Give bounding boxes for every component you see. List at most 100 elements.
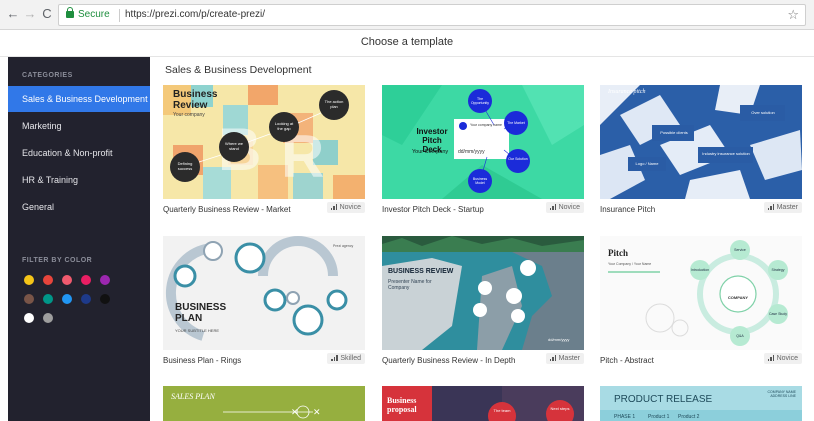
template-name[interactable]: Insurance Pitch (600, 204, 750, 215)
color-swatch[interactable] (62, 294, 72, 304)
sidebar-item-general[interactable]: General (8, 194, 150, 220)
template-thumbnail[interactable]: BUSINESS REVIEW Presenter Name for Compa… (382, 236, 584, 350)
color-swatch[interactable] (24, 294, 34, 304)
sidebar-item-education[interactable]: Education & Non-profit (8, 140, 150, 166)
template-name[interactable]: Quarterly Business Review - In Depth (382, 355, 532, 366)
template-thumbnail[interactable]: Insurance pitch Possible clients Over so… (600, 85, 802, 199)
color-swatch[interactable] (43, 294, 53, 304)
level-badge: Novice (545, 202, 584, 213)
filter-color-heading: FILTER BY COLOR (22, 257, 93, 264)
template-thumbnail[interactable]: ✕ ✕ SALES PLAN (163, 386, 365, 421)
thumb-subtitle: Your Company / Your Name (608, 262, 652, 266)
thumb-title: BUSINESS REVIEW (388, 268, 454, 275)
template-card-qbr-in-depth[interactable]: BUSINESS REVIEW Presenter Name for Compa… (382, 236, 584, 381)
address-bar[interactable]: Secure https://prezi.com/p/create-prezi/… (58, 4, 806, 26)
thumb-title: Business proposal (387, 396, 417, 414)
level-badge: Skilled (327, 353, 365, 364)
back-icon[interactable]: ← (6, 7, 20, 21)
thumb-title: Insurance pitch (608, 89, 646, 95)
thumb-node-label: Case Study (768, 312, 788, 316)
template-card-sales-plan[interactable]: ✕ ✕ SALES PLAN (163, 386, 365, 421)
color-swatch[interactable] (81, 275, 91, 285)
template-name[interactable]: Investor Pitch Deck - Startup (382, 204, 532, 215)
svg-text:✕: ✕ (291, 407, 299, 417)
template-thumbnail[interactable]: BUSINESS PLAN YOUR SUBTITLE HERE Prezi a… (163, 236, 365, 350)
level-badge: Master (545, 353, 584, 364)
section-title: Sales & Business Development (165, 64, 312, 76)
reload-icon[interactable]: C (40, 7, 54, 21)
color-swatch[interactable] (43, 275, 53, 285)
thumb-bubble-label: Our Solution (508, 157, 528, 161)
url-text[interactable]: https://prezi.com/p/create-prezi/ (125, 9, 265, 20)
categories-heading: CATEGORIES (22, 72, 73, 79)
color-swatch[interactable] (24, 313, 34, 323)
sidebar-item-sales[interactable]: Sales & Business Development (8, 86, 150, 112)
thumb-logo: Logo / Name (628, 157, 666, 171)
level-badge: Novice (326, 202, 365, 213)
level-bars-icon (331, 355, 338, 361)
color-swatch[interactable] (81, 294, 91, 304)
page-title: Choose a template (360, 36, 454, 48)
thumb-logo-text: Prezi agency (333, 244, 354, 248)
svg-text:✕: ✕ (313, 407, 321, 417)
thumb-title: PRODUCT RELEASE (614, 394, 713, 405)
sidebar-item-marketing[interactable]: Marketing (8, 113, 150, 139)
level-badge: Novice (763, 353, 802, 364)
secure-label: Secure (78, 9, 110, 20)
template-card-business-proposal[interactable]: Business proposal The team Next steps (382, 386, 584, 421)
template-card-qbr-market[interactable]: B R Business Review Your company The act… (163, 85, 365, 230)
thumb-title: Pitch (608, 248, 628, 258)
forward-icon[interactable]: → (23, 7, 37, 21)
thumb-subtitle: Presenter Name for Company (388, 279, 432, 291)
template-thumbnail[interactable]: PRODUCT RELEASE PHASE 1 Product 1 Produc… (600, 386, 802, 421)
template-card-insurance-pitch[interactable]: Insurance pitch Possible clients Over so… (600, 85, 802, 230)
color-swatch[interactable] (62, 275, 72, 285)
thumb-center-label: COMPANY (727, 295, 749, 300)
thumb-label: Product 1 (648, 414, 670, 420)
thumb-title: BUSINESS PLAN (175, 302, 227, 324)
sidebar-item-hr[interactable]: HR & Training (8, 167, 150, 193)
thumb-subtitle: YOUR SUBTITLE HERE (175, 328, 220, 333)
template-name[interactable]: Business Plan - Rings (163, 355, 313, 366)
color-swatch[interactable] (100, 294, 110, 304)
lock-icon (66, 7, 74, 18)
page-header: Choose a template (0, 30, 814, 57)
bookmark-star-icon[interactable]: ☆ (787, 7, 799, 23)
thumb-title: SALES PLAN (171, 392, 215, 401)
thumb-bubble-label: Where we stand (224, 141, 243, 151)
template-card-business-plan-rings[interactable]: BUSINESS PLAN YOUR SUBTITLE HERE Prezi a… (163, 236, 365, 381)
thumb-bubble-label: Defining success (177, 161, 193, 171)
thumb-bubble-label: Business Model (472, 177, 488, 185)
level-bars-icon (767, 204, 775, 210)
thumb-node-label: Q&A (736, 334, 744, 338)
thumb-subtitle: Your company (173, 112, 205, 118)
thumb-date: dd/mm/yyyy (458, 149, 485, 155)
template-name[interactable]: Pitch - Abstract (600, 355, 750, 366)
thumb-label: Next steps (550, 406, 570, 411)
template-thumbnail[interactable]: Business proposal The team Next steps (382, 386, 584, 421)
template-thumbnail[interactable]: Investor Pitch Deck Your Company Your co… (382, 85, 584, 199)
thumb-label: Over solution (751, 110, 775, 115)
thumb-node-label: Strategy (771, 268, 785, 272)
template-thumbnail[interactable]: Pitch Your Company / Your Name COMPANY S… (600, 236, 802, 350)
thumb-logo-text: Your company name (470, 123, 502, 127)
template-thumbnail[interactable]: B R Business Review Your company The act… (163, 85, 365, 199)
template-card-product-release[interactable]: PRODUCT RELEASE PHASE 1 Product 1 Produc… (600, 386, 802, 421)
thumb-subtitle: Your Company (412, 149, 449, 155)
thumb-label: The team (493, 408, 511, 413)
thumb-bubble-label: The action plan (324, 99, 344, 109)
address-separator (119, 9, 120, 22)
template-card-investor-pitch[interactable]: Investor Pitch Deck Your Company Your co… (382, 85, 584, 230)
color-swatch[interactable] (24, 275, 34, 285)
template-card-pitch-abstract[interactable]: Pitch Your Company / Your Name COMPANY S… (600, 236, 802, 381)
thumb-label: PHASE 1 (614, 414, 636, 420)
app: ← → C Secure https://prezi.com/p/create-… (0, 0, 814, 421)
template-name[interactable]: Quarterly Business Review - Market (163, 204, 313, 215)
color-swatch[interactable] (43, 313, 53, 323)
browser-toolbar: ← → C Secure https://prezi.com/p/create-… (0, 0, 814, 30)
thumb-label: Possible clients (660, 130, 688, 135)
thumb-bubble-label: The Opportunity (470, 97, 490, 105)
level-bars-icon (767, 355, 775, 361)
color-swatch[interactable] (100, 275, 110, 285)
thumb-bubble-label: Looking at the gap (274, 121, 294, 131)
